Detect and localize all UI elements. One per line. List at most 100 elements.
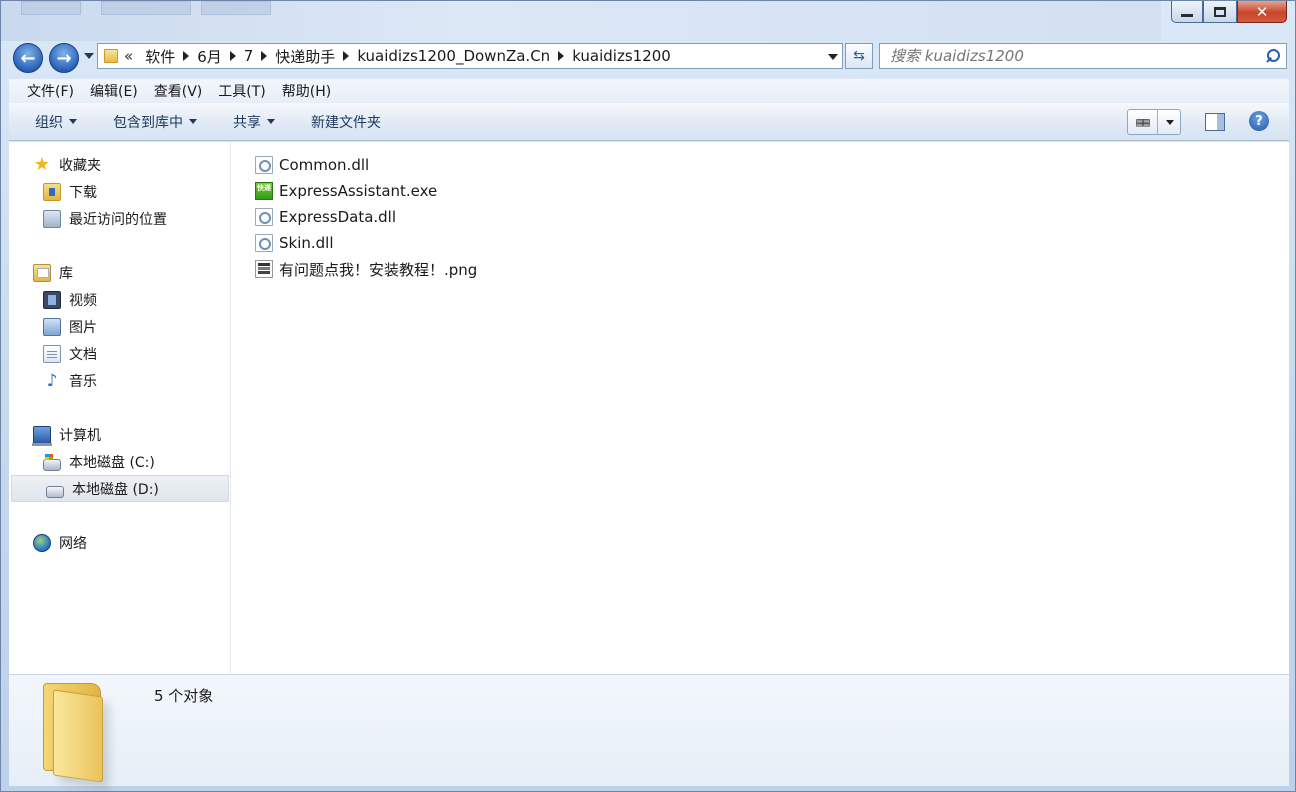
back-button[interactable]: ← [13,43,43,73]
file-name: ExpressAssistant.exe [279,182,438,200]
sidebar-item-label: 下载 [69,184,97,201]
network-globe-icon [33,533,51,552]
menu-tools[interactable]: 工具(T) [210,81,273,101]
refresh-icon: ⇆ [853,48,865,64]
downloads-folder-icon [43,182,61,201]
breadcrumb-separator-icon[interactable] [229,51,236,61]
sidebar-item-label: 本地磁盘 (D:) [72,481,159,498]
breadcrumb-separator-icon[interactable] [343,51,350,61]
file-name: Common.dll [279,156,370,174]
dll-file-icon [255,156,273,174]
address-bar[interactable]: « 软件 6月 7 快递助手 kuaidizs1200_DownZa.Cn ku… [97,43,843,69]
change-view-button[interactable]: ▤▤ [1127,109,1181,135]
sidebar-item-drive-d[interactable]: 本地磁盘 (D:) [11,475,229,502]
sidebar-item-label: 收藏夹 [59,157,101,174]
list-item[interactable]: ExpressData.dll [255,204,1255,230]
view-details-icon: ▤▤ [1128,110,1158,134]
minimize-icon [1181,14,1193,17]
sidebar-item-label: 文档 [69,346,97,363]
breadcrumb-separator-icon[interactable] [183,51,190,61]
sidebar-item-label: 视频 [69,292,97,309]
file-list[interactable]: Common.dll 快递 ExpressAssistant.exe Expres… [255,152,1255,282]
search-box[interactable] [879,43,1287,69]
close-icon: ✕ [1255,2,1269,21]
item-count-status: 5 个对象 [154,687,214,705]
sidebar-item-drive-c[interactable]: 本地磁盘 (C:) [9,448,231,475]
sidebar-item-label: 图片 [69,319,97,336]
menu-file[interactable]: 文件(F) [19,81,82,101]
include-library-label: 包含到库中 [113,114,183,131]
pictures-library-icon [43,317,61,336]
refresh-button[interactable]: ⇆ [845,43,873,69]
navigation-pane: ★ 收藏夹 下载 最近访问的位置 库 视频 图片 文档 ♪ 音乐 计算机 本地磁盘 … [9,142,231,674]
sidebar-item-favorites[interactable]: ★ 收藏夹 [9,151,231,178]
sidebar-item-network[interactable]: 网络 [9,529,231,556]
breadcrumb-item[interactable]: kuaidizs1200_DownZa.Cn [353,47,554,65]
breadcrumb-overflow[interactable]: « [124,47,133,65]
sidebar-item-libraries[interactable]: 库 [9,259,231,286]
new-folder-button[interactable]: 新建文件夹 [301,112,391,132]
list-item[interactable]: Skin.dll [255,230,1255,256]
breadcrumb-item[interactable]: 6月 [193,46,226,67]
command-bar: 组织 包含到库中 共享 新建文件夹 ▤▤ ? [9,103,1289,141]
search-icon[interactable] [1266,49,1280,63]
menu-edit[interactable]: 编辑(E) [82,81,146,101]
sidebar-item-computer[interactable]: 计算机 [9,421,231,448]
breadcrumb-separator-icon[interactable] [558,51,565,61]
title-bar[interactable] [1,1,1161,41]
sidebar-item-downloads[interactable]: 下载 [9,178,231,205]
network-group: 网络 [9,529,231,556]
close-button[interactable]: ✕ [1237,1,1287,23]
recent-pages-dropdown-icon[interactable] [84,53,94,59]
content-area: ★ 收藏夹 下载 最近访问的位置 库 视频 图片 文档 ♪ 音乐 计算机 本地磁盘 … [9,142,1289,674]
dll-file-icon [255,208,273,226]
sidebar-item-pictures[interactable]: 图片 [9,313,231,340]
breadcrumb-item-current[interactable]: kuaidizs1200 [568,47,675,65]
list-item[interactable]: Common.dll [255,152,1255,178]
libraries-group: 库 视频 图片 文档 ♪ 音乐 [9,259,231,394]
breadcrumb-item[interactable]: 7 [240,47,258,65]
breadcrumb-item[interactable]: 软件 [141,46,179,67]
chevron-down-icon [69,119,77,124]
chevron-down-icon [267,119,275,124]
organize-label: 组织 [35,114,63,131]
hard-drive-icon [46,485,64,498]
list-item[interactable]: 有问题点我！安装教程！.png [255,256,1255,282]
sidebar-item-music[interactable]: ♪ 音乐 [9,367,231,394]
breadcrumb-separator-icon[interactable] [261,51,268,61]
explorer-window: ✕ ← → « 软件 6月 7 快递助手 kuaidizs1200_DownZa… [0,0,1296,792]
minimize-button[interactable] [1171,1,1203,23]
recent-places-icon [43,209,61,228]
help-button[interactable]: ? [1249,111,1269,131]
menu-help[interactable]: 帮助(H) [274,81,339,101]
folder-icon [104,49,118,63]
search-input[interactable] [890,47,1250,65]
sidebar-item-videos[interactable]: 视频 [9,286,231,313]
breadcrumb-item[interactable]: 快递助手 [271,46,339,67]
view-options-dropdown-icon[interactable] [1166,119,1174,125]
new-folder-label: 新建文件夹 [311,114,381,131]
sidebar-item-documents[interactable]: 文档 [9,340,231,367]
computer-group: 计算机 本地磁盘 (C:) 本地磁盘 (D:) [9,421,231,502]
favorites-group: ★ 收藏夹 下载 最近访问的位置 [9,151,231,232]
sidebar-item-recent-places[interactable]: 最近访问的位置 [9,205,231,232]
include-in-library-button[interactable]: 包含到库中 [103,112,207,132]
address-history-dropdown-icon[interactable] [828,54,838,60]
share-button[interactable]: 共享 [223,112,285,132]
chevron-down-icon [189,119,197,124]
share-label: 共享 [233,114,261,131]
organize-button[interactable]: 组织 [25,112,87,132]
system-drive-icon [43,453,61,471]
menu-view[interactable]: 查看(V) [146,81,211,101]
maximize-button[interactable] [1203,1,1237,23]
videos-library-icon [43,290,61,309]
forward-button[interactable]: → [49,43,79,73]
express-app-icon: 快递 [255,182,273,200]
forward-arrow-icon: → [56,47,72,69]
png-image-icon [255,260,273,278]
maximize-icon [1214,6,1226,17]
list-item[interactable]: 快递 ExpressAssistant.exe [255,178,1255,204]
sidebar-item-label: 库 [59,265,73,282]
file-name: ExpressData.dll [279,208,397,226]
preview-pane-button[interactable] [1205,113,1225,131]
